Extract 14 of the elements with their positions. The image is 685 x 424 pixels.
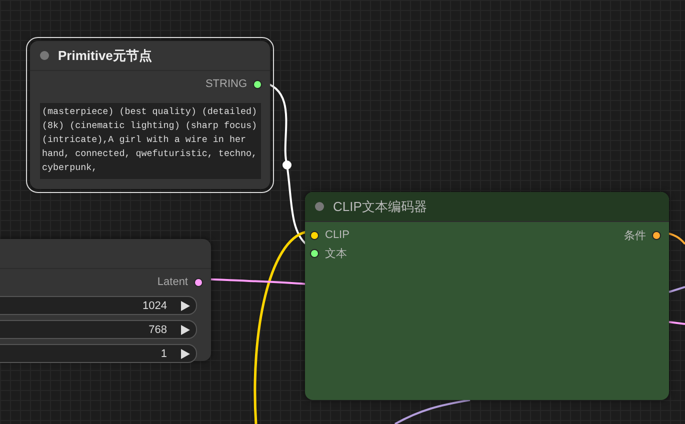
number-widget[interactable]: 768 (0, 320, 197, 339)
node-panel[interactable]: Latent 1024 768 1 (0, 239, 211, 361)
output-label: Latent (157, 276, 188, 288)
number-widget[interactable]: 1 (0, 344, 197, 363)
node-title: Primitive元节点 (58, 46, 152, 64)
node-panel[interactable]: CLIP文本编码器 CLIP 文本 条件 (305, 192, 669, 400)
output-label: 条件 (624, 228, 646, 242)
number-widget[interactable]: 1024 (0, 296, 197, 315)
prompt-text-field[interactable]: (masterpiece) (best quality) (detailed) (8k) (cinematic lighting) (sharp focus) (intricate),A girl with a wire in her hand, connected, qwefuturistic, techno, cyberpunk, (40, 103, 261, 179)
input-label: 文本 (325, 246, 347, 260)
output-label: STRING (205, 78, 247, 90)
node-title: CLIP文本编码器 (333, 198, 427, 216)
input-label: CLIP (325, 229, 350, 241)
node-panel[interactable]: Primitive元节点 STRING (masterpiece) (best quality) (detailed) (8k) (cinematic lighting) (sharp focus) (intricate),A girl with a wire in her hand, connected, qwefuturistic, techno, cyberpunk, (30, 41, 270, 189)
